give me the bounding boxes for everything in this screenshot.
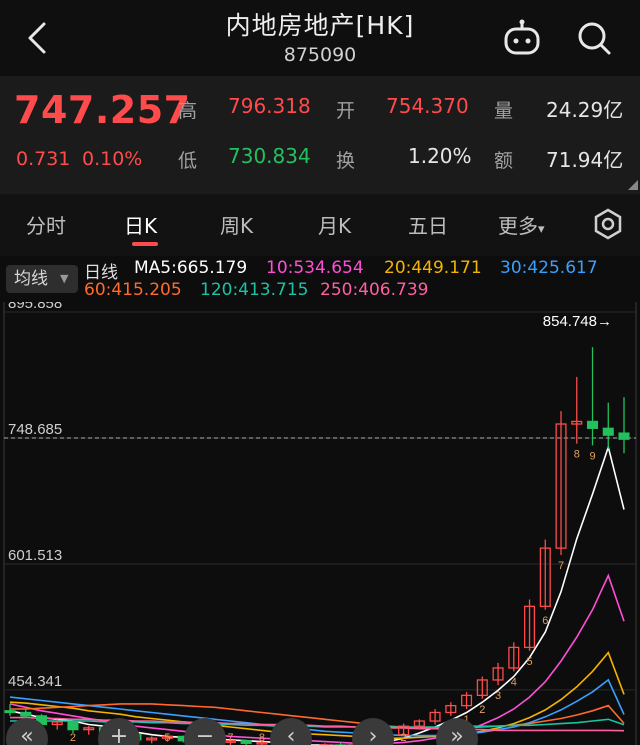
price-change: 0.731 <box>16 148 71 170</box>
sequence-marker: 6 <box>542 615 548 627</box>
volume-label: 量 <box>494 100 514 122</box>
page-title: 内地房地产[HK] <box>225 11 415 40</box>
sequence-marker: 4 <box>511 676 517 688</box>
candle-body <box>618 432 630 440</box>
indicator-selector-label: 均线 <box>14 269 48 289</box>
sequence-marker: 2 <box>479 704 485 716</box>
expand-corner-icon[interactable] <box>628 180 638 190</box>
ma20-value: 20:449.171 <box>384 258 482 278</box>
chevron-down-icon: ▼ <box>60 272 69 285</box>
community-icon[interactable] <box>502 18 542 58</box>
y-tick-label: 748.685 <box>8 421 62 438</box>
chevron-down-icon: ▾ <box>538 222 545 237</box>
amount-label: 额 <box>494 150 514 172</box>
search-icon[interactable] <box>574 18 614 58</box>
tab-weekly-k[interactable]: 周K <box>220 210 253 239</box>
candle-body <box>586 420 599 429</box>
price-change-pct: 0.10% <box>82 148 143 170</box>
y-tick-label: 895.858 <box>8 302 62 312</box>
sequence-marker: 5 <box>164 732 170 744</box>
y-tick-label: 601.513 <box>8 547 62 564</box>
tab-intraday[interactable]: 分时 <box>26 210 66 239</box>
ma-line-MA5 <box>9 444 625 745</box>
sequence-marker: 2 <box>401 732 407 744</box>
quote-panel: 747.257 0.731 0.10% 高 796.318 开 754.370 … <box>0 76 640 194</box>
sequence-marker: 9 <box>589 450 595 462</box>
active-tab-indicator <box>132 242 158 246</box>
candlestick-chart[interactable]: 895.858748.685601.513454.341854.748→1234… <box>0 302 640 745</box>
open-label: 开 <box>336 100 356 122</box>
high-label: 高 <box>178 100 198 122</box>
ma30-value: 30:425.617 <box>500 258 598 278</box>
period-tabs: 分时 日K 周K 月K 五日 更多▾ <box>0 194 640 256</box>
app-header: 内地房地产[HK] 875090 <box>0 0 640 76</box>
open-value: 754.370 <box>386 94 469 118</box>
candle-body <box>67 721 79 731</box>
tab-five-day[interactable]: 五日 <box>408 210 448 239</box>
max-price-annotation: 854.748→ <box>543 313 612 330</box>
turnover-rate-value: 1.20% <box>408 144 472 168</box>
volume-value: 24.29亿 <box>546 98 624 122</box>
candle-body <box>4 710 16 714</box>
sequence-marker: 5 <box>526 656 532 668</box>
tab-daily-k[interactable]: 日K <box>124 210 157 239</box>
stock-code: 875090 <box>283 44 357 66</box>
sequence-marker: 8 <box>259 732 265 744</box>
indicator-selector[interactable]: 均线 ▼ <box>6 265 78 293</box>
sequence-marker: 7 <box>558 560 564 572</box>
ma10-value: 10:534.654 <box>266 258 364 278</box>
ma5-value: MA5:665.179 <box>134 258 248 278</box>
last-price: 747.257 <box>14 88 191 132</box>
y-tick-label: 454.341 <box>8 673 62 690</box>
candle-body <box>602 427 614 436</box>
candle-body <box>240 740 252 744</box>
tab-more[interactable]: 更多▾ <box>498 210 545 239</box>
turnover-rate-label: 换 <box>336 150 356 172</box>
settings-hex-icon[interactable] <box>592 208 624 240</box>
ma-legend: 均线 ▼ 日线 MA5:665.179 10:534.654 20:449.17… <box>0 256 640 302</box>
high-value: 796.318 <box>228 94 311 118</box>
low-label: 低 <box>178 150 198 172</box>
ma250-value: 250:406.739 <box>320 280 429 300</box>
candle-body <box>20 711 32 717</box>
amount-value: 71.94亿 <box>546 148 624 172</box>
low-value: 730.834 <box>228 144 311 168</box>
ma60-value: 60:415.205 <box>84 280 182 300</box>
sequence-marker: 8 <box>574 449 580 461</box>
sequence-marker: 2 <box>70 732 76 744</box>
sequence-marker: 7 <box>227 732 233 744</box>
ma120-value: 120:413.715 <box>200 280 309 300</box>
tab-monthly-k[interactable]: 月K <box>318 210 351 239</box>
tab-more-label: 更多 <box>498 214 538 238</box>
sequence-marker: 3 <box>495 690 501 702</box>
